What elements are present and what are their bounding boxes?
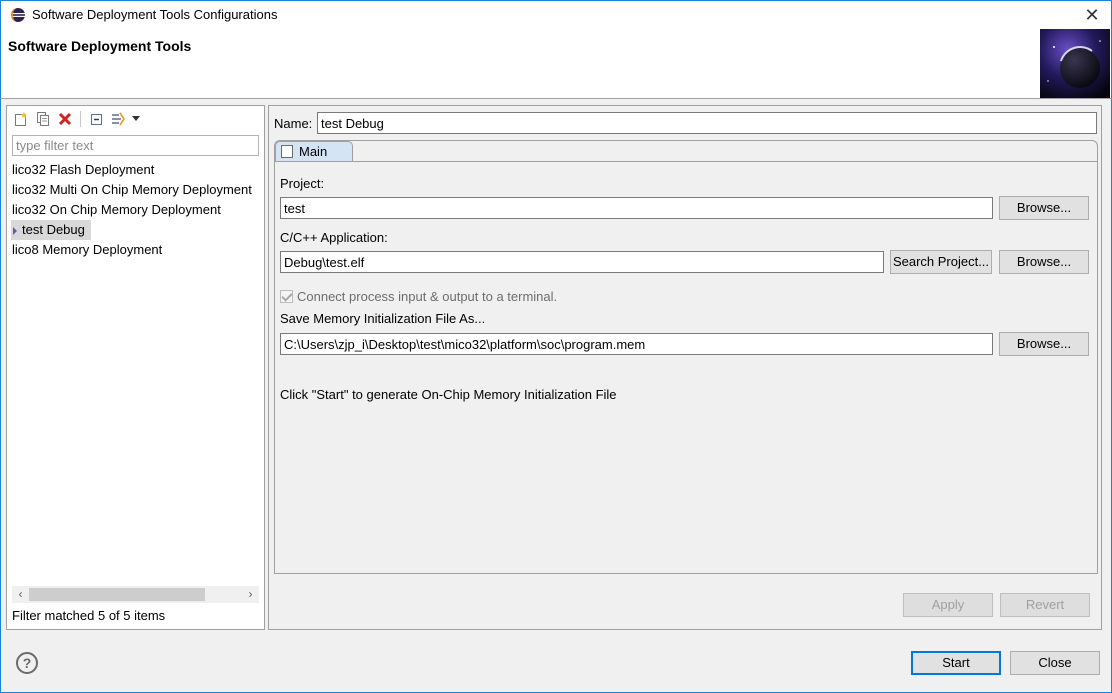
project-label: Project: (280, 176, 325, 191)
collapse-all-icon[interactable] (86, 109, 106, 129)
list-item-selected[interactable]: test Debug (11, 220, 91, 240)
project-browse-button[interactable]: Browse... (999, 196, 1089, 220)
title-bar: Software Deployment Tools Configurations… (0, 0, 1112, 29)
new-config-icon[interactable] (11, 109, 31, 129)
name-label: Name: (274, 116, 313, 131)
revert-button[interactable]: Revert (1000, 593, 1090, 617)
window-frame-left (0, 99, 1, 693)
connect-terminal-label: Connect process input & output to a term… (297, 289, 558, 304)
list-item[interactable]: lico32 Multi On Chip Memory Deployment (11, 180, 261, 200)
scrollbar-thumb[interactable] (29, 588, 205, 601)
application-label: C/C++ Application: (280, 230, 388, 245)
application-input[interactable] (280, 251, 884, 273)
save-file-label: Save Memory Initialization File As... (280, 311, 486, 326)
tab-main-label: Main (299, 144, 328, 159)
list-item-label: lico32 Flash Deployment (12, 162, 155, 177)
filter-input[interactable] (12, 135, 259, 156)
duplicate-icon[interactable] (33, 109, 53, 129)
horizontal-scrollbar[interactable]: ‹ › (12, 586, 259, 603)
start-button[interactable]: Start (911, 651, 1001, 675)
apply-button[interactable]: Apply (903, 593, 993, 617)
configurations-panel: lico32 Flash Deployment lico32 Multi On … (6, 105, 265, 630)
delete-icon[interactable] (55, 109, 75, 129)
configurations-toolbar (11, 109, 144, 129)
list-item[interactable]: lico8 Memory Deployment (11, 240, 261, 260)
eclipse-banner-graphic (1040, 29, 1110, 98)
list-item-label: test Debug (22, 222, 85, 237)
filter-icon[interactable] (108, 109, 128, 129)
banner-heading: Software Deployment Tools (8, 38, 192, 54)
eclipse-app-icon (11, 8, 25, 22)
window-title: Software Deployment Tools Configurations (32, 7, 278, 22)
tab-main[interactable]: Main (275, 141, 353, 161)
launch-config-icon (13, 227, 17, 235)
list-item-label: lico32 Multi On Chip Memory Deployment (12, 182, 252, 197)
list-item[interactable]: lico32 Flash Deployment (11, 160, 261, 180)
configuration-list: lico32 Flash Deployment lico32 Multi On … (11, 160, 261, 260)
info-text: Click "Start" to generate On-Chip Memory… (280, 387, 617, 402)
save-file-input[interactable] (280, 333, 993, 355)
application-browse-button[interactable]: Browse... (999, 250, 1089, 274)
main-tab-icon (281, 145, 293, 158)
configuration-editor: Name: Main Project: Browse... C/C++ Appl… (268, 105, 1102, 630)
list-item-label: lico32 On Chip Memory Deployment (12, 202, 221, 217)
scroll-right-icon[interactable]: › (242, 586, 259, 603)
project-input[interactable] (280, 197, 993, 219)
dropdown-arrow-icon[interactable] (130, 109, 142, 129)
filter-status-text: Filter matched 5 of 5 items (12, 608, 166, 623)
list-item-label: lico8 Memory Deployment (12, 242, 163, 257)
help-icon[interactable]: ? (16, 652, 38, 674)
scroll-left-icon[interactable]: ‹ (12, 586, 29, 603)
list-item[interactable]: lico32 On Chip Memory Deployment (11, 200, 261, 220)
close-button[interactable]: Close (1010, 651, 1100, 675)
save-file-browse-button[interactable]: Browse... (999, 332, 1089, 356)
connect-terminal-checkbox[interactable] (280, 290, 293, 303)
search-project-button[interactable]: Search Project... (890, 250, 992, 274)
header-banner: Software Deployment Tools (0, 29, 1112, 99)
name-input[interactable] (317, 112, 1097, 134)
toolbar-separator (80, 111, 81, 127)
connect-terminal-checkbox-row[interactable]: Connect process input & output to a term… (280, 289, 557, 304)
tab-folder: Main Project: Browse... C/C++ Applicatio… (274, 140, 1098, 574)
tab-divider (275, 161, 1097, 162)
close-window-icon[interactable]: ✕ (1081, 4, 1103, 26)
